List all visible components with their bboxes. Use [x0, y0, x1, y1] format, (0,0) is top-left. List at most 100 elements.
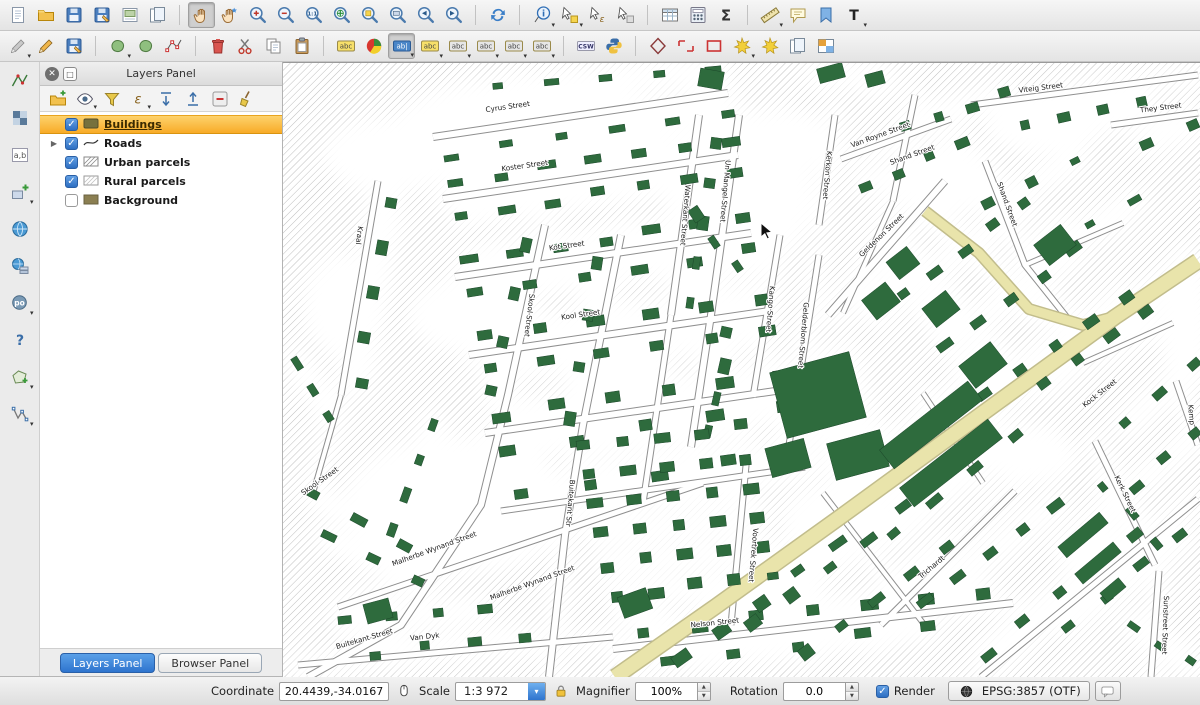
add-postgis-layer-button[interactable]: po▾ [6, 290, 34, 316]
csw-metasearch-button[interactable]: CSW [572, 33, 599, 59]
label-abc-1-button[interactable]: abc▾ [416, 33, 443, 59]
panel-float-button[interactable]: □ [63, 67, 77, 81]
rotation-input[interactable] [783, 682, 845, 701]
layer-item-rural-parcels[interactable]: ✓Rural parcels [40, 172, 282, 191]
add-raster-layer-button[interactable] [6, 105, 34, 131]
mouse-position-icon[interactable] [394, 681, 414, 701]
copy-features-button[interactable] [260, 33, 287, 59]
add-group-button[interactable] [46, 88, 70, 110]
rectangle-tool-button[interactable] [700, 33, 727, 59]
zoom-to-selection-button[interactable] [356, 2, 383, 28]
remove-layer-button[interactable] [208, 88, 232, 110]
layer-visibility-checkbox[interactable]: ✓ [65, 156, 78, 169]
dropdown-arrow-icon[interactable]: ▾ [30, 421, 34, 428]
measure-line-button[interactable]: ▾ [756, 2, 783, 28]
dropdown-arrow-icon[interactable]: ▾ [551, 53, 555, 60]
select-features-button[interactable]: ▾ [556, 2, 583, 28]
zoom-in-button[interactable] [244, 2, 271, 28]
label-abc-3-button[interactable]: abc▾ [472, 33, 499, 59]
deselect-features-button[interactable] [612, 2, 639, 28]
style-table-button[interactable] [812, 33, 839, 59]
save-project-button[interactable] [60, 2, 87, 28]
render-checkbox[interactable]: ✓ [876, 685, 889, 698]
pan-map-button[interactable] [188, 2, 215, 28]
panel-close-button[interactable]: ✕ [45, 67, 59, 81]
new-shapefile-layer-button[interactable]: ▾ [6, 364, 34, 390]
new-print-composer-button[interactable] [116, 2, 143, 28]
new-bookmark-button[interactable] [812, 2, 839, 28]
metasearch-help-button[interactable]: ? [6, 327, 34, 353]
layer-expander-icon[interactable]: ▶ [48, 139, 60, 148]
dropdown-arrow-icon[interactable]: ▾ [27, 53, 31, 60]
refresh-map-button[interactable] [484, 2, 511, 28]
identify-features-button[interactable]: i▾ [528, 2, 555, 28]
clear-all-button[interactable] [235, 88, 259, 110]
burst-tool-1-button[interactable]: ▾ [728, 33, 755, 59]
dropdown-arrow-icon[interactable]: ▾ [495, 53, 499, 60]
open-attribute-table-button[interactable] [656, 2, 683, 28]
shape-diamond-button[interactable] [644, 33, 671, 59]
dropdown-arrow-icon[interactable]: ▾ [863, 22, 867, 29]
panel-tab-browser-panel[interactable]: Browser Panel [158, 653, 262, 673]
toggle-editing-button[interactable] [32, 33, 59, 59]
add-feature-button[interactable]: ▾ [104, 33, 131, 59]
filter-by-expression-button[interactable]: ε▾ [127, 88, 151, 110]
new-project-button[interactable] [4, 2, 31, 28]
filter-legend-button[interactable] [100, 88, 124, 110]
zoom-full-button[interactable] [328, 2, 355, 28]
messages-button[interactable] [1095, 681, 1121, 701]
dropdown-arrow-icon[interactable]: ▾ [779, 22, 783, 29]
layer-item-urban-parcels[interactable]: ✓Urban parcels [40, 153, 282, 172]
zoom-actual-button[interactable]: 1:1 [300, 2, 327, 28]
add-vector-layer-button[interactable] [6, 68, 34, 94]
panel-tab-layers-panel[interactable]: Layers Panel [60, 653, 156, 673]
python-console-button[interactable] [600, 33, 627, 59]
composer-manager-button[interactable] [144, 2, 171, 28]
pan-to-selection-button[interactable] [216, 2, 243, 28]
cut-features-button[interactable] [232, 33, 259, 59]
label-abc-5-button[interactable]: abc▾ [528, 33, 555, 59]
topology-checker-button[interactable]: ▾ [6, 401, 34, 427]
layer-visibility-checkbox[interactable] [65, 194, 78, 207]
dropdown-arrow-icon[interactable]: ▾ [467, 53, 471, 60]
scale-dropdown-button[interactable]: ▾ [528, 683, 545, 700]
select-by-expression-button[interactable]: ε [584, 2, 611, 28]
current-edits-button[interactable]: ▾ [4, 33, 31, 59]
crs-status-button[interactable]: EPSG:3857 (OTF) [948, 681, 1090, 701]
dropdown-arrow-icon[interactable]: ▾ [30, 199, 34, 206]
dropdown-arrow-icon[interactable]: ▾ [579, 22, 583, 29]
dropdown-arrow-icon[interactable]: ▾ [127, 53, 131, 60]
move-feature-button[interactable] [132, 33, 159, 59]
label-toolbar-button[interactable]: abc [332, 33, 359, 59]
zoom-out-button[interactable] [272, 2, 299, 28]
add-layer-group-button[interactable]: ▾ [6, 179, 34, 205]
label-settings-button[interactable]: ab|▾ [388, 33, 415, 59]
dropdown-arrow-icon[interactable]: ▾ [439, 53, 443, 60]
map-tips-button[interactable] [784, 2, 811, 28]
coordinate-input[interactable] [279, 682, 389, 701]
new-layout-button[interactable] [784, 33, 811, 59]
zoom-next-button[interactable] [440, 2, 467, 28]
scale-lock-icon[interactable] [551, 681, 571, 701]
dropdown-arrow-icon[interactable]: ▾ [523, 53, 527, 60]
open-project-button[interactable] [32, 2, 59, 28]
dropdown-arrow-icon[interactable]: ▾ [147, 104, 151, 111]
add-wcs-layer-button[interactable] [6, 253, 34, 279]
layer-item-buildings[interactable]: ✓Buildings [40, 115, 282, 134]
dropdown-arrow-icon[interactable]: ▾ [30, 310, 34, 317]
field-calculator-button[interactable] [684, 2, 711, 28]
magnifier-stepper[interactable]: ▲▼ [697, 682, 711, 701]
zoom-last-button[interactable] [412, 2, 439, 28]
burst-tool-2-button[interactable] [756, 33, 783, 59]
dropdown-arrow-icon[interactable]: ▾ [410, 52, 414, 59]
label-abc-4-button[interactable]: abc▾ [500, 33, 527, 59]
layer-visibility-checkbox[interactable]: ✓ [65, 175, 78, 188]
dropdown-arrow-icon[interactable]: ▾ [751, 53, 755, 60]
label-abc-2-button[interactable]: abc▾ [444, 33, 471, 59]
collapse-all-button[interactable] [181, 88, 205, 110]
layer-visibility-checkbox[interactable]: ✓ [65, 118, 78, 131]
dropdown-arrow-icon[interactable]: ▾ [93, 104, 97, 111]
add-delimited-text-layer-button[interactable]: a,b [6, 142, 34, 168]
save-layer-edits-button[interactable] [60, 33, 87, 59]
text-annotation-button[interactable]: T▾ [840, 2, 867, 28]
